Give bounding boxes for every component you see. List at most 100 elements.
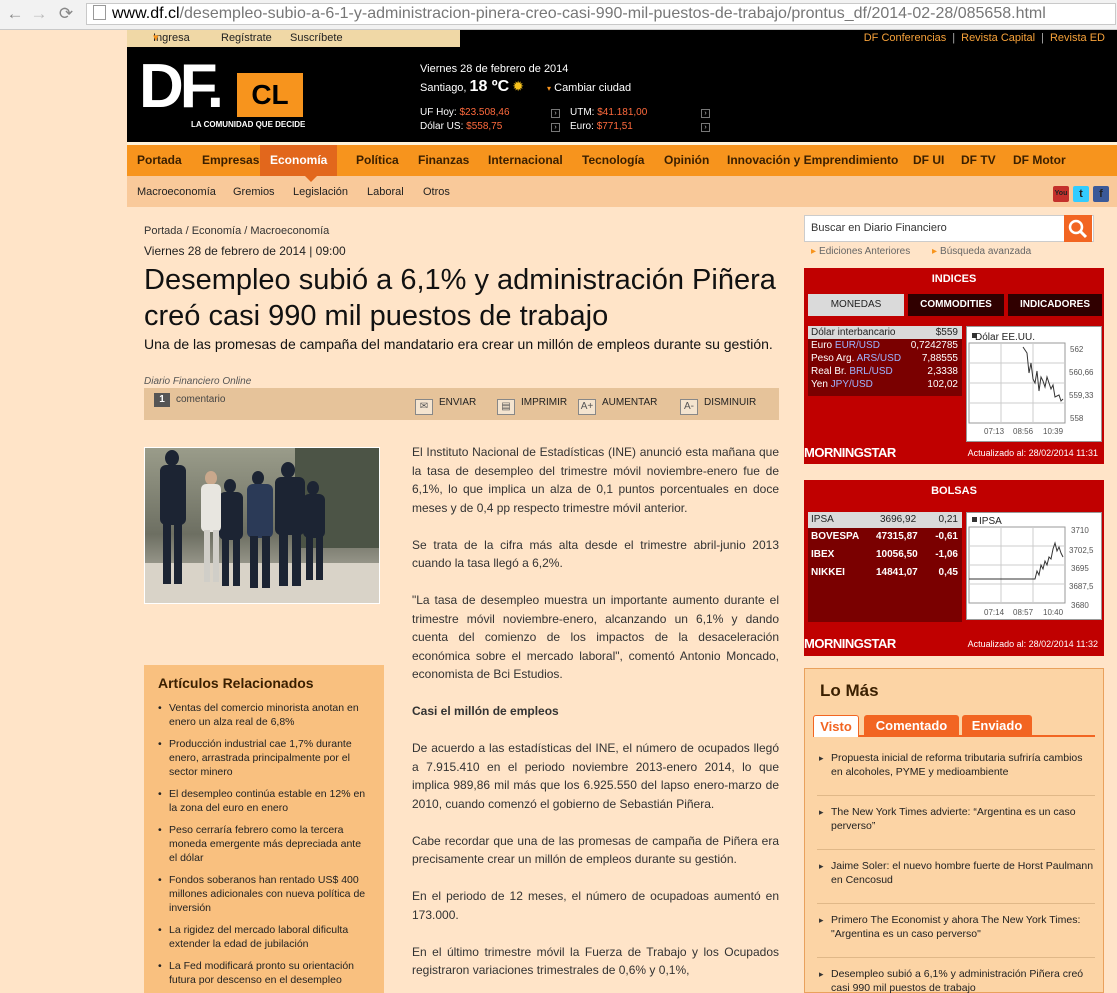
search-button[interactable]	[1064, 215, 1092, 242]
nav-df-motor[interactable]: DF Motor	[1013, 145, 1066, 176]
tab-enviado[interactable]: Enviado	[962, 715, 1032, 737]
advanced-search-link[interactable]: Búsqueda avanzada	[932, 246, 1031, 257]
related-item[interactable]: Fondos soberanos han rentado US$ 400 mil…	[158, 873, 370, 915]
subnav-gremios[interactable]: Gremios	[233, 186, 275, 198]
increase-font-button[interactable]: A+ AUMENTAR	[578, 397, 657, 415]
list-item[interactable]: Propuesta inicial de reforma tributaria …	[817, 751, 1095, 796]
top-links: DF Conferencias | Revista Capital | Revista …	[863, 32, 1105, 44]
dollar-mini-chart[interactable]: Dólar EE.UU. 562 560,66 559,33 558 07:13…	[966, 326, 1102, 442]
logo-tagline: LA COMUNIDAD QUE DECIDE	[191, 120, 306, 129]
decrease-font-button[interactable]: A- DISMINUIR	[680, 397, 756, 415]
bolsas-title: BOLSAS	[931, 485, 977, 497]
forward-icon[interactable]: →	[28, 3, 50, 25]
subnav-otros[interactable]: Otros	[423, 186, 450, 198]
nav-df-tv[interactable]: DF TV	[961, 145, 996, 176]
dolar-arrow-icon[interactable]: ›	[551, 123, 560, 132]
nav-portada[interactable]: Portada	[137, 145, 182, 176]
article-photo[interactable]	[144, 447, 380, 604]
list-item[interactable]: The New York Times advierte: “Argentina …	[817, 805, 1095, 850]
body-paragraph: Cabe recordar que una de las promesas de…	[412, 833, 779, 867]
subnav-legislacion[interactable]: Legislación	[293, 186, 348, 198]
revista-ed-link[interactable]: Revista ED	[1050, 32, 1105, 44]
ipsa-mini-chart[interactable]: IPSA 3710 3702,5 3695 3687,5 3680 07:14 …	[966, 512, 1102, 620]
table-row[interactable]: Euro EUR/USD 0,7242785	[808, 339, 962, 352]
article-headline: Desempleo subió a 6,1% y administración …	[144, 264, 776, 332]
list-item[interactable]: Primero The Economist y ahora The New Yo…	[817, 913, 1095, 958]
nav-tecnologia[interactable]: Tecnología	[582, 145, 644, 176]
nav-innovacion[interactable]: Innovación y Emprendimiento	[727, 145, 898, 176]
body-paragraph: Se trata de la cifra más alta desde el t…	[412, 537, 779, 571]
table-row[interactable]: Yen JPY/USD 102,02	[808, 378, 962, 391]
list-item[interactable]: Desempleo subió a 6,1% y administración …	[817, 967, 1095, 993]
uf-arrow-icon[interactable]: ›	[551, 109, 560, 118]
table-row[interactable]: BOVESPA 47315,87 -0,61	[808, 528, 962, 546]
nav-economia[interactable]: Economía	[260, 145, 338, 176]
table-row[interactable]: IPSA 3696,92 0,21	[808, 512, 962, 528]
nav-df-ui[interactable]: DF UI	[913, 145, 944, 176]
euro: Euro: $771,51	[570, 121, 633, 132]
subnav-laboral[interactable]: Laboral	[367, 186, 404, 198]
list-item[interactable]: Jaime Soler: el nuevo hombre fuerte de H…	[817, 859, 1095, 904]
body-paragraph: "La tasa de desempleo muestra un importa…	[412, 593, 779, 681]
df-logo[interactable]: DF. CL LA COMUNIDAD QUE DECIDE	[139, 56, 306, 131]
envelope-icon: ✉	[415, 399, 433, 415]
nav-politica[interactable]: Política	[356, 145, 399, 176]
bolsas-box: BOLSAS IPSA 3696,92 0,21 BOVESPA 47315,87 -0…	[804, 480, 1104, 656]
logo-df: DF.	[139, 52, 224, 121]
utm-arrow-icon[interactable]: ›	[701, 109, 710, 118]
table-row[interactable]: IBEX 10056,50 -1,06	[808, 546, 962, 564]
nav-finanzas[interactable]: Finanzas	[418, 145, 469, 176]
twitter-icon[interactable]: t	[1073, 186, 1089, 202]
y-tick: 3687,5	[1069, 582, 1094, 591]
print-icon: ▤	[497, 399, 515, 415]
search-input[interactable]: Buscar en Diario Financiero	[804, 215, 1094, 242]
tab-monedas[interactable]: MONEDAS	[808, 294, 904, 316]
related-item[interactable]: Peso cerraría febrero como la tercera mo…	[158, 823, 370, 865]
tab-visto[interactable]: Visto	[813, 715, 859, 737]
youtube-icon[interactable]: You	[1053, 186, 1069, 202]
euro-arrow-icon[interactable]: ›	[701, 123, 710, 132]
related-item[interactable]: Producción industrial cae 1,7% durante e…	[158, 737, 370, 779]
table-row[interactable]: Dólar interbancario $559	[808, 326, 962, 339]
past-editions-link[interactable]: Ediciones Anteriores	[811, 246, 910, 257]
df-conferencias-link[interactable]: DF Conferencias	[864, 32, 947, 44]
nav-internacional[interactable]: Internacional	[488, 145, 563, 176]
table-row[interactable]: NIKKEI 14841,07 0,45	[808, 564, 962, 582]
back-icon[interactable]: ←	[4, 3, 26, 25]
tab-commodities[interactable]: COMMODITIES	[908, 294, 1004, 316]
article-source: Diario Financiero Online	[144, 376, 252, 387]
body-paragraph: En el periodo de 12 meses, el número de …	[412, 889, 779, 922]
subscribe-link[interactable]: Suscríbete	[290, 30, 343, 47]
dolar-us: Dólar US: $558,75	[420, 121, 503, 132]
reload-icon[interactable]: ⟳	[55, 3, 77, 25]
nav-empresas[interactable]: Empresas	[202, 145, 259, 176]
most-popular-tabs: Visto Comentado Enviado	[813, 715, 1095, 737]
comment-label[interactable]: comentario	[176, 394, 225, 405]
morningstar-logo: MORNINGSTAR	[804, 636, 896, 651]
tab-comentado[interactable]: Comentado	[864, 715, 959, 737]
revista-capital-link[interactable]: Revista Capital	[961, 32, 1035, 44]
y-tick: 3680	[1071, 601, 1089, 610]
change-city-link[interactable]: ▾ Cambiar ciudad	[547, 82, 631, 94]
print-button[interactable]: ▤ IMPRIMIR	[497, 397, 567, 415]
related-item[interactable]: Ventas del comercio minorista anotan en …	[158, 701, 370, 729]
related-item[interactable]: La rigidez del mercado laboral dificulta…	[158, 923, 370, 951]
nav-opinion[interactable]: Opinión	[664, 145, 709, 176]
morningstar-logo: MORNINGSTAR	[804, 445, 896, 460]
send-button[interactable]: ✉ ENVIAR	[415, 397, 476, 415]
related-item[interactable]: La Fed modificará pronto su orientación …	[158, 959, 370, 987]
address-bar[interactable]: www.df.cl/desempleo-subio-a-6-1-y-admini…	[86, 3, 1116, 25]
utm: UTM: $41.181,00	[570, 107, 648, 118]
people-walking-image	[145, 448, 379, 603]
facebook-icon[interactable]: f	[1093, 186, 1109, 202]
related-item[interactable]: El desempleo continúa estable en 12% en …	[158, 787, 370, 815]
indices-tabs: MONEDAS COMMODITIES INDICADORES	[808, 294, 1102, 316]
table-row[interactable]: Peso Arg. ARS/USD 7,88555	[808, 352, 962, 365]
tab-indicadores[interactable]: INDICADORES	[1008, 294, 1102, 316]
register-link[interactable]: Regístrate	[221, 30, 272, 47]
sub-nav: Macroeconomía Gremios Legislación Labora…	[127, 175, 1117, 207]
comment-count[interactable]: 1	[154, 393, 170, 407]
related-list: Ventas del comercio minorista anotan en …	[158, 701, 370, 987]
table-row[interactable]: Real Br. BRL/USD 2,3338	[808, 365, 962, 378]
subnav-macroeconomia[interactable]: Macroeconomía	[137, 186, 216, 198]
